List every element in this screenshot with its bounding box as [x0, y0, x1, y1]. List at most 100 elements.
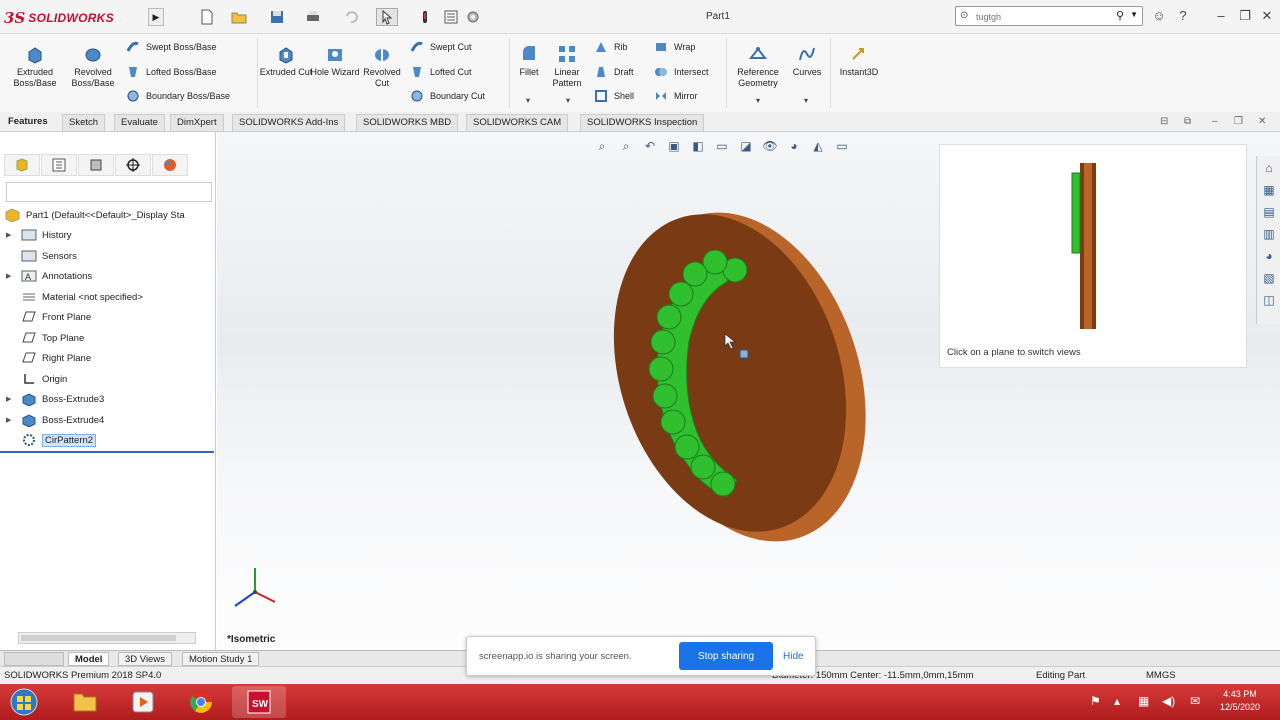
- file-explorer-icon[interactable]: ▤: [1259, 202, 1279, 222]
- rib-button[interactable]: Rib: [594, 38, 628, 56]
- volume-icon[interactable]: ◀): [1162, 694, 1175, 708]
- edit-appearance-icon[interactable]: ◕: [784, 136, 804, 156]
- options-gear-icon[interactable]: [462, 8, 484, 26]
- section-view-icon[interactable]: ▣: [664, 136, 684, 156]
- tree-item-sensors[interactable]: Sensors: [6, 247, 77, 265]
- linear-pattern-button[interactable]: Linear Pattern: [542, 44, 592, 89]
- view-orientation-icon[interactable]: ▭: [712, 136, 732, 156]
- feature-manager-icon[interactable]: [4, 154, 40, 176]
- chrome-taskbar-icon[interactable]: [174, 686, 228, 718]
- view-selector-panel[interactable]: [939, 144, 1247, 368]
- instant3d-button[interactable]: Instant3D: [832, 44, 886, 78]
- tab-addins[interactable]: SOLIDWORKS Add-Ins: [232, 114, 346, 131]
- tab-model[interactable]: Model: [68, 652, 110, 666]
- wrap-button[interactable]: Wrap: [654, 38, 695, 56]
- property-manager-icon[interactable]: [41, 154, 77, 176]
- tree-filter-input[interactable]: [6, 182, 212, 202]
- select-pointer-icon[interactable]: [376, 8, 398, 26]
- custom-properties-icon[interactable]: ▧: [1259, 268, 1279, 288]
- search-box[interactable]: ⊙ ⚲ ▼: [955, 6, 1143, 26]
- file-explorer-taskbar-icon[interactable]: [58, 686, 112, 718]
- tab-dimxpert[interactable]: DimXpert: [170, 114, 224, 131]
- tree-item-cirpattern2[interactable]: CirPattern2: [6, 431, 97, 449]
- window-expand-icon[interactable]: ⧉: [1184, 116, 1191, 127]
- save-icon[interactable]: [266, 8, 288, 26]
- draft-button[interactable]: Draft: [594, 63, 634, 81]
- tab-3d-views[interactable]: 3D Views: [118, 652, 172, 666]
- tab-inspection[interactable]: SOLIDWORKS Inspection: [580, 114, 705, 131]
- media-player-taskbar-icon[interactable]: [116, 686, 170, 718]
- view-settings-icon[interactable]: ▭: [832, 136, 852, 156]
- coordinate-triad[interactable]: [227, 562, 283, 618]
- tab-sketch[interactable]: Sketch: [62, 114, 106, 131]
- tab-mbd[interactable]: SOLIDWORKS MBD: [356, 114, 459, 131]
- search-dropdown-icon[interactable]: ▼: [1130, 10, 1138, 19]
- tile-window-icon[interactable]: ⊟: [1160, 116, 1168, 127]
- dynamic-annotation-icon[interactable]: ◧: [688, 136, 708, 156]
- fillet-dropdown-icon[interactable]: ▾: [526, 96, 530, 105]
- swept-cut-button[interactable]: Swept Cut: [410, 38, 472, 56]
- lofted-boss-button[interactable]: Lofted Boss/Base: [126, 63, 217, 81]
- tab-cam[interactable]: SOLIDWORKS CAM: [466, 114, 569, 131]
- tree-item-material[interactable]: Material <not specified>: [6, 288, 143, 306]
- tree-item-annotations[interactable]: ▶ A Annotations: [6, 267, 92, 285]
- solidworks-logo[interactable]: 3S SOLIDWORKS: [4, 6, 146, 30]
- view-palette-icon[interactable]: ▥: [1259, 224, 1279, 244]
- restore-icon[interactable]: ❐: [1236, 8, 1254, 26]
- expand-arrow-icon[interactable]: ▶: [6, 395, 20, 403]
- user-icon[interactable]: ☺: [1150, 8, 1168, 26]
- graphics-viewport[interactable]: ⌕ ⌕ ↶ ▣ ◧ ▭ ◪ 👁 ◕ ◭ ▭ *Isometric Click o…: [217, 132, 1280, 650]
- previous-view-icon[interactable]: ↶: [640, 136, 660, 156]
- zoom-area-icon[interactable]: ⌕: [616, 136, 636, 156]
- chat-icon[interactable]: ✉: [1190, 694, 1200, 708]
- hide-show-icon[interactable]: 👁: [760, 136, 780, 156]
- revolved-boss-button[interactable]: Revolved Boss/Base: [66, 44, 120, 89]
- extruded-cut-button[interactable]: Extruded Cut: [259, 44, 313, 78]
- close-icon[interactable]: ✕: [1258, 8, 1276, 26]
- search-input[interactable]: [976, 10, 1106, 23]
- zoom-to-fit-icon[interactable]: ⌕: [592, 136, 612, 156]
- tree-item-right-plane[interactable]: Right Plane: [6, 349, 91, 367]
- rollback-bar[interactable]: [0, 451, 214, 453]
- tab-evaluate[interactable]: Evaluate: [114, 114, 165, 131]
- swept-boss-button[interactable]: Swept Boss/Base: [126, 38, 217, 56]
- shell-button[interactable]: Shell: [594, 87, 634, 105]
- tab-motion-study[interactable]: Motion Study 1: [182, 652, 260, 666]
- help-icon[interactable]: ?: [1174, 8, 1192, 26]
- curves-dropdown-icon[interactable]: ▾: [804, 96, 808, 105]
- configuration-manager-icon[interactable]: [78, 154, 114, 176]
- tree-item-history[interactable]: ▶ History: [6, 226, 72, 244]
- start-button-icon[interactable]: [4, 686, 44, 718]
- extruded-boss-button[interactable]: Extruded Boss/Base: [8, 44, 62, 89]
- tree-item-front-plane[interactable]: Front Plane: [6, 308, 91, 326]
- print-icon[interactable]: [302, 8, 324, 26]
- revolved-cut-button[interactable]: Revolved Cut: [355, 44, 409, 89]
- search-icon[interactable]: ⚲: [1116, 9, 1124, 22]
- reference-geometry-button[interactable]: Reference Geometry: [730, 44, 786, 89]
- stop-sharing-button[interactable]: Stop sharing: [679, 642, 773, 670]
- tray-arrow-icon[interactable]: ▴: [1114, 694, 1120, 708]
- new-document-icon[interactable]: [196, 8, 218, 26]
- open-folder-icon[interactable]: [228, 8, 250, 26]
- system-clock[interactable]: 4:43 PM 12/5/2020: [1212, 688, 1268, 714]
- doc-minimize-icon[interactable]: –: [1212, 116, 1218, 127]
- tree-item-boss-extrude4[interactable]: ▶ Boss-Extrude4: [6, 411, 104, 429]
- appearances-icon[interactable]: ◕: [1259, 246, 1279, 266]
- pattern-dropdown-icon[interactable]: ▾: [566, 96, 570, 105]
- tree-item-origin[interactable]: Origin: [6, 370, 67, 388]
- tree-root-part[interactable]: Part1 (Default<<Default>_Display Sta: [4, 206, 185, 224]
- menu-expand-arrow-icon[interactable]: ▶: [148, 8, 164, 26]
- display-style-icon[interactable]: ◪: [736, 136, 756, 156]
- mirror-button[interactable]: Mirror: [654, 87, 698, 105]
- design-library-icon[interactable]: ▦: [1259, 180, 1279, 200]
- expand-arrow-icon[interactable]: ▶: [6, 272, 20, 280]
- tab-scroll-arrows[interactable]: [4, 652, 64, 666]
- boundary-boss-button[interactable]: Boundary Boss/Base: [126, 87, 230, 105]
- expand-arrow-icon[interactable]: ▶: [6, 416, 20, 424]
- status-units[interactable]: MMGS: [1146, 670, 1176, 681]
- lofted-cut-button[interactable]: Lofted Cut: [410, 63, 472, 81]
- tab-features[interactable]: Features: [2, 114, 54, 131]
- doc-close-icon[interactable]: ✕: [1258, 116, 1266, 127]
- network-icon[interactable]: ▦: [1138, 694, 1149, 708]
- tree-item-top-plane[interactable]: Top Plane: [6, 329, 84, 347]
